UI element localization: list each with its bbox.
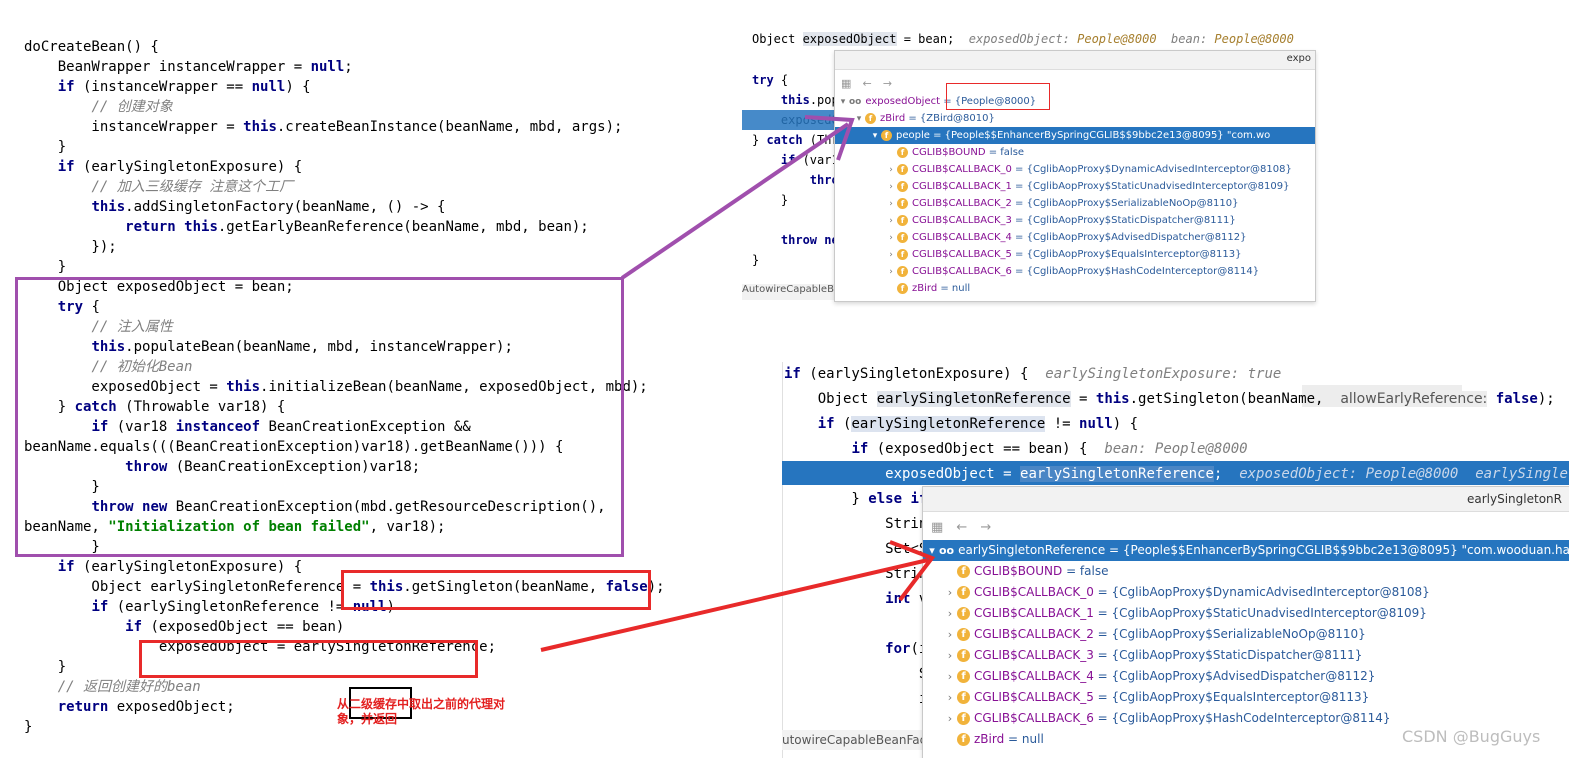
purple-arrow-line <box>620 122 850 280</box>
red-arrow-head <box>889 540 936 602</box>
red-arrow-line <box>540 558 929 652</box>
watermark: CSDN @BugGuys <box>1402 727 1541 746</box>
annotation-arrows <box>540 115 936 652</box>
